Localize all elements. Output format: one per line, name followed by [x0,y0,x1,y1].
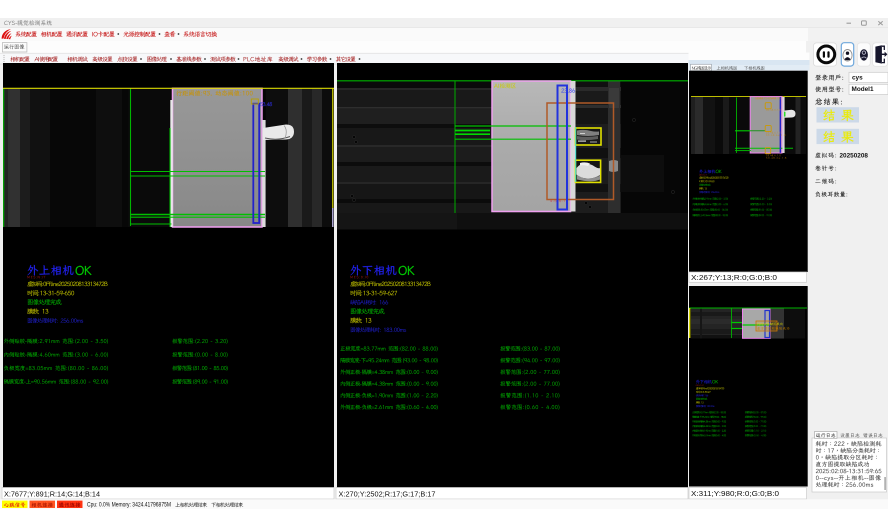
svg-text:Model1: Model1 [852,86,874,93]
svg-text:20250208: 20250208 [840,152,869,159]
svg-text:X:311;Y:980;R:0;G:0;B:0: X:311;Y:980;R:0;G:0;B:0 [691,489,779,498]
svg-text:Cpu: 0.0% Memory: 3424.4179687: Cpu: 0.0% Memory: 3424.41796875M [87,503,171,509]
svg-text:X:267;Y:13;R:0;G:0;B:0: X:267;Y:13;R:0;G:0;B:0 [691,273,777,282]
svg-text:X:270;Y:2502;R:17;G:17;B:17: X:270;Y:2502;R:17;G:17;B:17 [339,489,436,498]
svg-text:X:7677;Y:891;R:14;G:14;B:14: X:7677;Y:891;R:14;G:14;B:14 [4,489,100,498]
svg-text:cys: cys [852,74,863,81]
